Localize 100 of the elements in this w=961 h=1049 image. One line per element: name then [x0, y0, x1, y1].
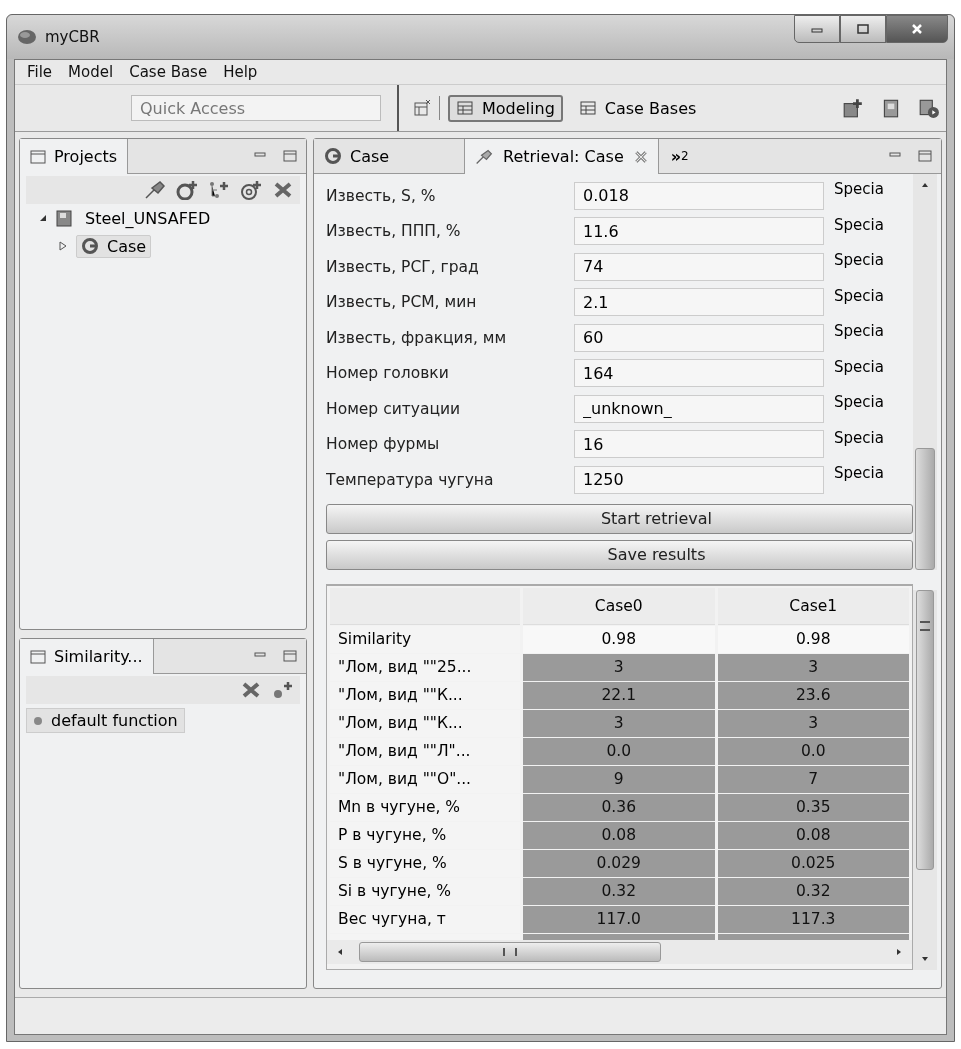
- value-field[interactable]: 2.1: [574, 288, 824, 317]
- minimize-button[interactable]: [794, 15, 840, 43]
- quick-access-field[interactable]: Quick Access: [131, 95, 381, 121]
- maximize-icon[interactable]: [282, 149, 298, 163]
- field-label: Номер фурмы: [326, 435, 441, 454]
- grip-icon: [503, 947, 517, 956]
- menu-item[interactable]: Help: [215, 63, 266, 81]
- concept-icon: [81, 237, 99, 255]
- perspective-button[interactable]: Modeling: [448, 94, 563, 122]
- table-cell: 117.0: [523, 905, 715, 933]
- value-field[interactable]: _unknown_: [574, 394, 824, 423]
- table-icon: [456, 99, 474, 117]
- editor-tab[interactable]: Retrieval: Case: [465, 139, 659, 174]
- window-icon: [30, 649, 46, 664]
- value-field[interactable]: 16: [574, 430, 824, 459]
- option-label: Specia: [834, 286, 884, 305]
- add-function-icon[interactable]: [272, 680, 294, 700]
- project-icon: [56, 209, 72, 227]
- table-cell: 0.36: [523, 793, 715, 821]
- field-label: Известь, РСГ, град: [326, 257, 480, 276]
- run-icon[interactable]: [918, 97, 940, 119]
- function-item[interactable]: default function: [26, 708, 185, 733]
- table-cell: 0.98: [717, 625, 909, 653]
- tree-item[interactable]: Steel_UNSAFED: [80, 206, 216, 230]
- collapse-arrow-icon[interactable]: [38, 213, 48, 223]
- option-label: Specia: [834, 215, 884, 234]
- perspective-button[interactable]: Case Bases: [570, 94, 705, 122]
- option-label: Specia: [834, 464, 884, 482]
- table-icon: [578, 99, 597, 117]
- new-case-base-icon[interactable]: [842, 97, 864, 119]
- value-field[interactable]: 0.018: [574, 181, 824, 210]
- table-cell: 0.35: [717, 793, 909, 821]
- column-header[interactable]: Case0: [523, 587, 715, 625]
- option-label: Specia: [834, 393, 884, 411]
- panel-tab[interactable]: Projects: [20, 139, 129, 174]
- maximize-button[interactable]: [840, 15, 886, 43]
- table-cell: 0.08: [523, 821, 715, 849]
- open-perspective-icon[interactable]: [413, 99, 431, 117]
- dot-icon: [33, 715, 43, 726]
- vertical-scrollbar[interactable]: [913, 589, 937, 970]
- table-cell: 3: [717, 709, 909, 737]
- horizontal-scrollbar[interactable]: [327, 939, 912, 964]
- table-cell: 0.0: [523, 737, 715, 765]
- panel-tab[interactable]: Similarity...: [20, 639, 154, 674]
- close-button[interactable]: [886, 15, 948, 43]
- vertical-scrollbar[interactable]: [913, 174, 937, 570]
- action-button[interactable]: Start retrieval: [326, 503, 913, 534]
- pin-icon[interactable]: [144, 180, 166, 200]
- expand-arrow-icon[interactable]: [58, 241, 68, 251]
- field-label: Известь, РСМ, мин: [326, 293, 478, 312]
- pin-icon: [475, 147, 493, 166]
- close-icon[interactable]: [633, 149, 648, 164]
- table-cell: 3: [523, 709, 715, 737]
- table-cell: 9: [523, 765, 715, 793]
- menu-item[interactable]: File: [19, 63, 61, 81]
- value-field[interactable]: 164: [574, 359, 824, 388]
- app-icon: [17, 29, 37, 45]
- maximize-icon[interactable]: [282, 649, 298, 663]
- table-cell: 0.08: [717, 821, 909, 849]
- maximize-icon[interactable]: [917, 149, 933, 163]
- field-label: Известь, ППП, %: [326, 222, 462, 241]
- menu-item[interactable]: Model: [60, 63, 122, 81]
- table-cell: 0.025: [717, 849, 909, 877]
- window-icon: [30, 149, 46, 164]
- table-cell: 0.32: [717, 877, 909, 905]
- table-cell: 7: [717, 765, 909, 793]
- value-field[interactable]: 60: [574, 323, 824, 352]
- table-cell: 3: [717, 653, 909, 681]
- value-field[interactable]: 74: [574, 252, 824, 281]
- table-cell: 22.1: [523, 681, 715, 709]
- field-label: Номер головки: [326, 364, 450, 383]
- table-cell: 23.6: [717, 681, 909, 709]
- add-concept-icon[interactable]: [176, 180, 198, 200]
- option-label: Specia: [834, 357, 884, 376]
- field-label: Температура чугуна: [326, 470, 495, 489]
- value-field[interactable]: 11.6: [574, 217, 824, 246]
- value-field[interactable]: 1250: [574, 465, 824, 494]
- action-button[interactable]: Save results: [326, 539, 913, 570]
- menu-item[interactable]: Case Base: [121, 63, 216, 81]
- delete-icon[interactable]: [240, 680, 262, 700]
- table-cell: 0.029: [523, 849, 715, 877]
- delete-icon[interactable]: [272, 180, 294, 200]
- field-label: Известь, фракция, мм: [326, 328, 508, 347]
- add-attribute-icon[interactable]: [240, 180, 262, 200]
- table-cell: 3: [523, 653, 715, 681]
- concept-icon: [324, 147, 342, 165]
- field-label: Номер ситуации: [326, 399, 462, 418]
- option-label: Specia: [834, 322, 884, 340]
- field-label: Известь, S, %: [326, 186, 437, 205]
- table-cell: 0.98: [523, 625, 715, 653]
- option-label: Specia: [834, 251, 884, 269]
- option-label: Specia: [834, 180, 884, 198]
- grip-icon: [920, 620, 930, 631]
- column-header[interactable]: Case1: [717, 587, 909, 625]
- tree-item[interactable]: Case: [76, 234, 152, 258]
- window-title: myCBR: [45, 28, 100, 46]
- add-hierarchy-icon[interactable]: [208, 180, 230, 200]
- table-cell: 0.0: [717, 737, 909, 765]
- option-label: Specia: [834, 428, 884, 447]
- table-cell: 0.32: [523, 877, 715, 905]
